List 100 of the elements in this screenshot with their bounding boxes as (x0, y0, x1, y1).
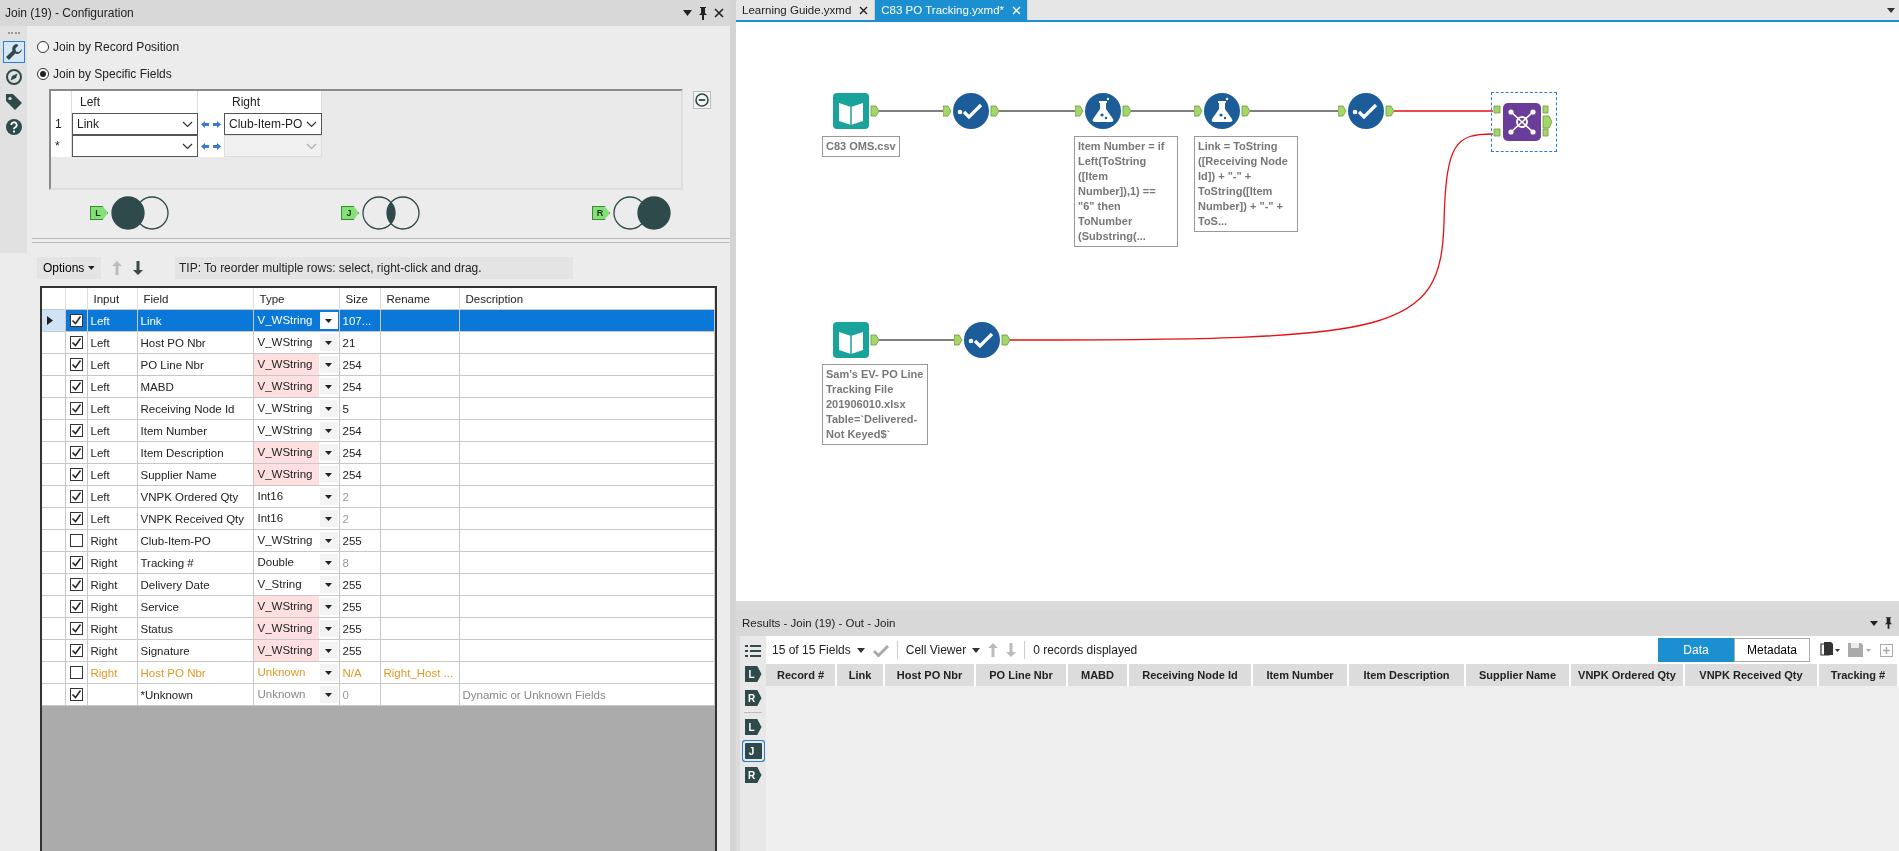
caret-icon (325, 340, 332, 345)
type-dropdown-button[interactable] (319, 444, 338, 461)
close-icon[interactable] (859, 5, 869, 15)
type-dropdown-button[interactable] (319, 422, 338, 439)
radio-circle[interactable] (37, 41, 49, 53)
include-checkbox[interactable] (69, 556, 83, 569)
type-dropdown-button[interactable] (319, 510, 338, 527)
select-tool-icon[interactable] (1338, 93, 1394, 129)
table-cell: 254 (342, 424, 362, 437)
formula-tool-icon[interactable] (1075, 93, 1131, 129)
pin-icon[interactable] (698, 6, 708, 20)
configuration-tab[interactable] (2, 41, 25, 63)
table-cell: Left (90, 446, 110, 459)
venn-icon (362, 196, 420, 230)
radio-circle[interactable] (37, 68, 49, 80)
type-dropdown-button[interactable] (319, 378, 338, 395)
cell-viewer-dropdown[interactable]: Cell Viewer (905, 643, 981, 657)
caret-icon (325, 516, 332, 521)
type-value: Int16 (256, 511, 285, 526)
move-down-icon[interactable] (133, 261, 143, 275)
select-tool-icon[interactable] (943, 93, 999, 129)
remove-button[interactable] (693, 91, 711, 109)
include-checkbox[interactable] (69, 512, 83, 525)
table-cell: Host PO Nbr (140, 666, 206, 679)
output-anchor-button[interactable]: L (744, 719, 762, 735)
formula-tool-icon[interactable] (1194, 93, 1250, 129)
output-anchor-button[interactable]: L (744, 666, 762, 682)
type-dropdown-button[interactable] (319, 400, 338, 417)
table-cell: 0 (342, 688, 349, 701)
caret-icon (325, 472, 332, 477)
include-checkbox[interactable] (69, 644, 83, 657)
output-anchor-button[interactable]: R (744, 690, 762, 706)
type-dropdown-button[interactable] (319, 642, 338, 659)
include-checkbox[interactable] (69, 688, 83, 701)
type-dropdown-button[interactable] (319, 554, 338, 571)
type-dropdown-button[interactable] (319, 356, 338, 373)
output-anchor-button[interactable]: J (744, 743, 762, 759)
table-cell: Club-Item-PO (140, 534, 211, 547)
fields-dropdown[interactable]: 15 of 15 Fields (772, 643, 865, 657)
type-dropdown-button[interactable] (319, 576, 338, 593)
type-dropdown-button[interactable] (319, 686, 338, 703)
include-checkbox[interactable] (69, 534, 83, 547)
include-checkbox[interactable] (69, 490, 83, 503)
type-dropdown-button[interactable] (319, 466, 338, 483)
include-checkbox[interactable] (69, 468, 83, 481)
table-cell: Left (90, 402, 110, 415)
include-checkbox[interactable] (69, 622, 83, 635)
view-toggle[interactable]: Metadata (1734, 638, 1810, 662)
table-cell: Left (90, 468, 110, 481)
column-header: Receiving Node Id (1129, 664, 1253, 686)
dropdown-icon[interactable] (683, 10, 692, 16)
type-dropdown-button[interactable] (319, 664, 338, 681)
dropdown-icon[interactable] (1870, 620, 1878, 626)
include-checkbox[interactable] (69, 358, 83, 371)
left-field-dropdown[interactable] (72, 135, 198, 157)
caret-icon (325, 670, 332, 675)
close-icon[interactable] (714, 8, 724, 18)
checkmark-icon[interactable] (872, 643, 889, 657)
include-checkbox[interactable] (69, 314, 83, 327)
right-field-dropdown[interactable]: Club-Item-PO (224, 113, 322, 135)
select-tool-icon[interactable] (954, 322, 1010, 358)
pin-icon[interactable] (1884, 617, 1893, 629)
type-dropdown-button[interactable] (319, 488, 338, 505)
include-checkbox[interactable] (69, 446, 83, 459)
table-cell: VNPK Received Qty (140, 512, 245, 525)
caret-icon (325, 384, 332, 389)
include-checkbox[interactable] (69, 600, 83, 613)
radio-option[interactable]: Join by Specific Fields (37, 65, 172, 83)
type-value: Unknown (256, 687, 307, 702)
output-anchor-button[interactable]: R (744, 767, 762, 783)
include-checkbox[interactable] (69, 336, 83, 349)
document-tab[interactable]: C83 PO Tracking.yxmd* (875, 0, 1029, 20)
table-cell: Right (90, 666, 118, 679)
type-dropdown-button[interactable] (319, 312, 338, 329)
type-dropdown-button[interactable] (319, 598, 338, 615)
venn-icon (111, 196, 169, 230)
left-field-dropdown[interactable]: Link (72, 113, 198, 135)
dropdown-icon[interactable] (1887, 7, 1895, 13)
chevron-down-icon (182, 120, 193, 128)
radio-option[interactable]: Join by Record Position (37, 38, 180, 56)
input-tool-icon[interactable] (833, 93, 879, 129)
copy-icon[interactable] (1818, 642, 1840, 658)
include-checkbox[interactable] (69, 666, 83, 679)
include-checkbox[interactable] (69, 424, 83, 437)
view-toggle[interactable]: Data (1658, 638, 1734, 662)
include-checkbox[interactable] (69, 380, 83, 393)
join-tool-icon[interactable] (1491, 92, 1557, 152)
tool-annotation: Item Number = if Left(ToString ([Item Number]),1) == "6" then ToNumber (Substring(... (1074, 136, 1178, 247)
input-tool-icon[interactable] (833, 322, 879, 358)
type-dropdown-button[interactable] (319, 334, 338, 351)
table-cell: 5 (342, 402, 349, 415)
type-value: V_WString (254, 596, 319, 617)
include-checkbox[interactable] (69, 578, 83, 591)
include-checkbox[interactable] (69, 402, 83, 415)
list-icon[interactable] (745, 644, 761, 658)
type-dropdown-button[interactable] (319, 620, 338, 637)
options-dropdown[interactable]: Options (37, 257, 101, 279)
chevron-down-icon (306, 120, 317, 128)
type-value: V_WString (254, 354, 319, 375)
type-dropdown-button[interactable] (319, 532, 338, 549)
